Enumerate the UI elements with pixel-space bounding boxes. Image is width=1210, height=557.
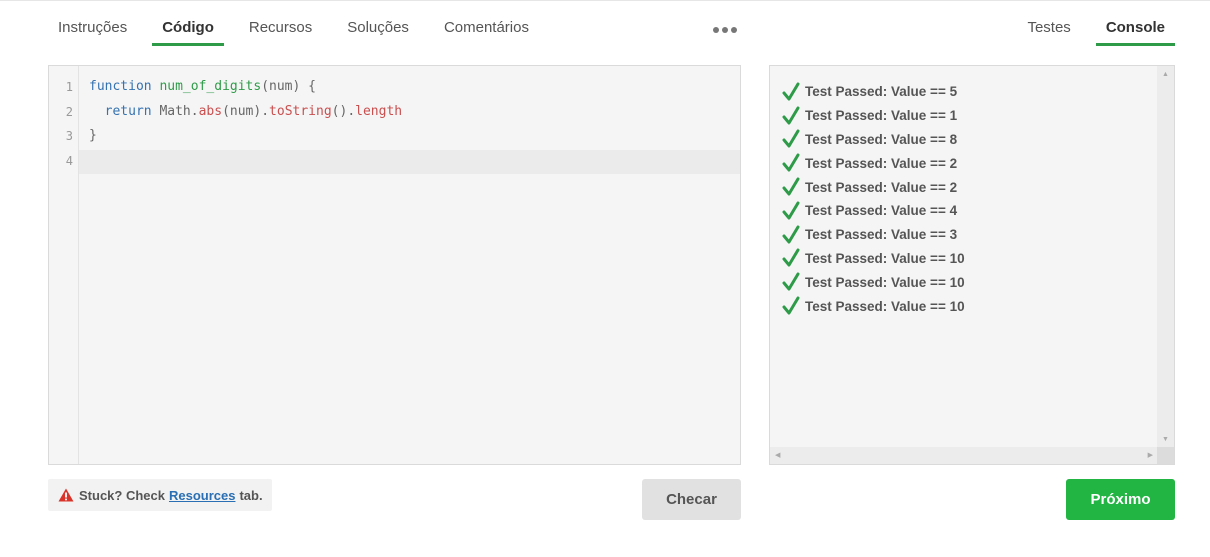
test-result-text: Test Passed: Value == 3 — [805, 227, 958, 243]
scrollbar-corner — [1157, 447, 1174, 464]
test-result-text: Test Passed: Value == 1 — [805, 108, 958, 124]
check-icon — [782, 153, 800, 172]
code-text: Math. — [159, 104, 199, 119]
check-icon — [782, 106, 800, 125]
tab-codigo[interactable]: Código — [152, 12, 224, 46]
tab-testes[interactable]: Testes — [1017, 12, 1080, 46]
check-icon — [782, 272, 800, 291]
left-tabs: Instruções Código Recursos Soluções Come… — [48, 12, 554, 46]
check-icon — [782, 129, 800, 148]
check-icon — [782, 296, 800, 315]
test-result: Test Passed: Value == 3 — [782, 223, 965, 247]
check-icon — [782, 248, 800, 267]
code-text: } — [89, 128, 97, 143]
code-text: (num) { — [261, 79, 316, 94]
test-result: Test Passed: Value == 2 — [782, 175, 965, 199]
hint-text: Stuck? Check — [79, 487, 165, 503]
line-number: 4 — [65, 154, 73, 168]
test-result-text: Test Passed: Value == 8 — [805, 131, 958, 147]
code-line-3[interactable]: } — [89, 128, 97, 143]
warning-icon — [58, 488, 74, 502]
test-result: Test Passed: Value == 10 — [782, 270, 965, 294]
dot — [722, 27, 728, 33]
test-result-text: Test Passed: Value == 5 — [805, 84, 958, 100]
function-name: num_of_digits — [159, 79, 262, 94]
scroll-up-icon[interactable]: ▲ — [1162, 71, 1169, 78]
console-panel[interactable]: Test Passed: Value == 5 Test Passed: Val… — [769, 65, 1175, 465]
next-button[interactable]: Próximo — [1066, 479, 1175, 520]
code-text: (). — [331, 104, 356, 119]
resources-link[interactable]: Resources — [169, 488, 235, 503]
more-horizontal-icon[interactable] — [713, 27, 737, 33]
right-tabs: Testes Console — [1002, 12, 1176, 46]
code-text: (num). — [222, 104, 270, 119]
line-number: 2 — [65, 105, 73, 119]
tab-solucoes[interactable]: Soluções — [337, 12, 419, 46]
hint-text: tab. — [239, 487, 263, 503]
keyword: function — [89, 79, 152, 94]
test-result: Test Passed: Value == 2 — [782, 151, 965, 175]
test-result: Test Passed: Value == 5 — [782, 80, 965, 104]
tab-console[interactable]: Console — [1095, 12, 1176, 46]
check-icon — [782, 82, 800, 101]
scroll-down-icon[interactable]: ▼ — [1162, 436, 1169, 443]
scroll-right-icon[interactable]: ▶ — [1148, 452, 1153, 459]
test-result-text: Test Passed: Value == 4 — [805, 203, 958, 219]
test-result-text: Test Passed: Value == 10 — [805, 250, 965, 266]
test-result-text: Test Passed: Value == 2 — [805, 155, 958, 171]
horizontal-scrollbar[interactable]: ◀ ▶ — [770, 447, 1158, 464]
check-button[interactable]: Checar — [642, 479, 741, 520]
check-icon — [782, 177, 800, 196]
code-line-2[interactable]: return Math.abs(num).toString().length — [89, 104, 402, 119]
active-line-highlight — [79, 150, 740, 174]
vertical-scrollbar[interactable]: ▲ ▼ — [1157, 66, 1174, 448]
property-name: length — [355, 104, 403, 119]
top-border — [0, 0, 1210, 1]
line-number: 3 — [65, 129, 73, 143]
stuck-hint: Stuck? Check Resources tab. — [48, 479, 272, 511]
line-number-gutter: 1 2 3 4 — [49, 66, 79, 464]
dot — [713, 27, 719, 33]
method-name: abs — [198, 104, 223, 119]
line-number: 1 — [65, 80, 73, 94]
keyword: return — [104, 104, 152, 119]
test-result-text: Test Passed: Value == 2 — [805, 179, 958, 195]
tab-comentarios[interactable]: Comentários — [434, 12, 539, 46]
check-icon — [782, 225, 800, 244]
dot — [731, 27, 737, 33]
test-result: Test Passed: Value == 8 — [782, 128, 965, 152]
tab-instrucoes[interactable]: Instruções — [48, 12, 137, 46]
test-result: Test Passed: Value == 1 — [782, 104, 965, 128]
test-result-text: Test Passed: Value == 10 — [805, 298, 965, 314]
test-result: Test Passed: Value == 10 — [782, 247, 965, 271]
method-name: toString — [269, 104, 332, 119]
tab-recursos[interactable]: Recursos — [239, 12, 322, 46]
console-output: Test Passed: Value == 5 Test Passed: Val… — [782, 80, 965, 318]
test-result: Test Passed: Value == 4 — [782, 199, 965, 223]
scroll-left-icon[interactable]: ◀ — [775, 452, 780, 459]
code-editor[interactable]: 1 2 3 4 function num_of_digits(num) { re… — [48, 65, 741, 465]
test-result: Test Passed: Value == 10 — [782, 294, 965, 318]
check-icon — [782, 201, 800, 220]
test-result-text: Test Passed: Value == 10 — [805, 274, 965, 290]
code-line-1[interactable]: function num_of_digits(num) { — [89, 79, 316, 94]
